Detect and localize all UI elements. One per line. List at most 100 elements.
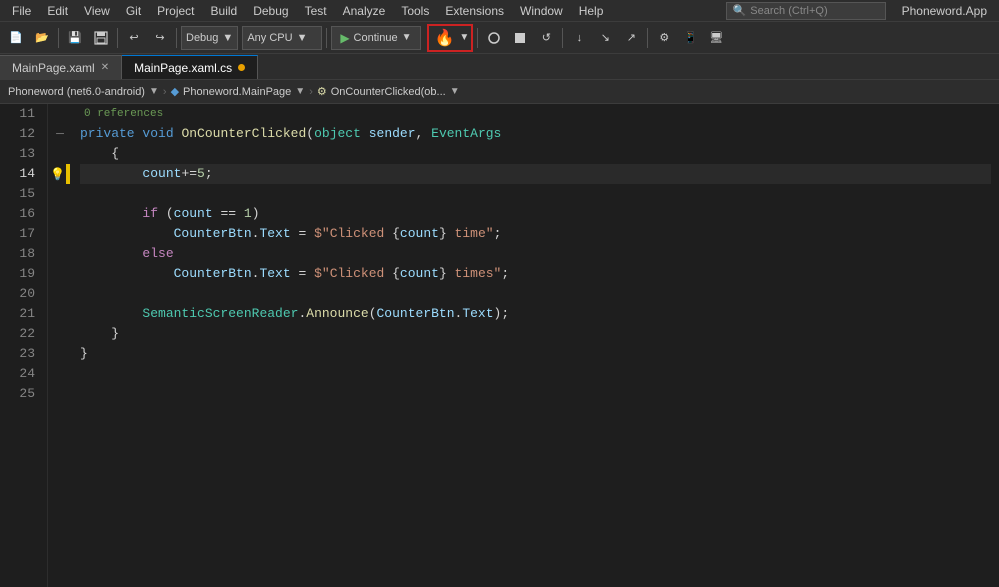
redo-btn[interactable]: ↪ (148, 26, 172, 50)
menu-project[interactable]: Project (149, 2, 202, 20)
menu-tools[interactable]: Tools (393, 2, 437, 20)
indent13 (80, 144, 111, 164)
code-line-13: { (80, 144, 991, 164)
step-into-btn[interactable]: ↘ (593, 26, 617, 50)
menu-edit[interactable]: Edit (39, 2, 76, 20)
extra-btn1[interactable]: ⚙ (652, 26, 676, 50)
counterbtn17: CounterBtn (174, 224, 252, 244)
sp2 (174, 124, 182, 144)
gutter-25 (48, 384, 72, 404)
count-ref16: count (174, 204, 213, 224)
breadcrumb-method[interactable]: ⚙ OnCounterClicked(ob... ▼ (313, 83, 464, 100)
ln-11: 11 (8, 104, 39, 124)
tab-mainpage-xaml-close[interactable]: ✕ (101, 62, 109, 73)
ln-18: 18 (8, 244, 39, 264)
ln-22: 22 (8, 324, 39, 344)
collapse-icon[interactable]: ─ (56, 128, 64, 140)
menu-test[interactable]: Test (297, 2, 335, 20)
text21: Text (462, 304, 493, 324)
str19-2: Clicked (330, 264, 392, 284)
stop-btn[interactable] (508, 26, 532, 50)
hot-reload-btn[interactable]: 🔥 (431, 26, 459, 50)
undo-btn[interactable]: ↩ (122, 26, 146, 50)
breadcrumb-class[interactable]: ◆ Phoneword.MainPage ▼ (167, 83, 310, 100)
lightbulb-icon[interactable]: 💡 (50, 167, 65, 181)
menu-build[interactable]: Build (203, 2, 246, 20)
extra-btn2[interactable]: 📱 (678, 26, 702, 50)
indent18 (80, 244, 142, 264)
tab-mainpage-xaml[interactable]: MainPage.xaml ✕ (0, 55, 122, 79)
ln-24: 24 (8, 364, 39, 384)
search-box[interactable]: 🔍 Search (Ctrl+Q) (726, 2, 886, 20)
step-over-btn[interactable]: ↓ (567, 26, 591, 50)
p2: , (416, 124, 432, 144)
step-out-btn[interactable]: ↗ (619, 26, 643, 50)
menu-git[interactable]: Git (118, 2, 149, 20)
brace-close23: } (80, 344, 88, 364)
breakpoints-btn[interactable] (482, 26, 506, 50)
num-5: 5 (197, 164, 205, 184)
code-content[interactable]: 0 references private void OnCounterClick… (72, 104, 999, 587)
indent17 (80, 224, 174, 244)
p16-2: == (213, 204, 244, 224)
hot-reload-container: 🔥 ▼ (427, 24, 474, 52)
brace-close22: } (111, 324, 119, 344)
breadcrumb-namespace-icon: ◆ (171, 85, 179, 98)
menu-view[interactable]: View (76, 2, 118, 20)
ln-16: 16 (8, 204, 39, 224)
breadcrumb-class-label: Phoneword.MainPage (183, 86, 291, 98)
ln-15: 15 (8, 184, 39, 204)
menu-analyze[interactable]: Analyze (335, 2, 394, 20)
continue-label: Continue (354, 32, 398, 44)
type-eventargs: EventArgs (431, 124, 501, 144)
gutter-12[interactable]: ─ (48, 124, 72, 144)
semi19: ; (501, 264, 509, 284)
breadcrumb-method-arrow[interactable]: ▼ (450, 86, 460, 97)
code-line-12: private void OnCounterClicked ( object s… (80, 124, 991, 144)
hot-reload-arrow[interactable]: ▼ (459, 32, 469, 43)
open-btn[interactable]: 📂 (30, 26, 54, 50)
debug-config-dropdown[interactable]: Debug ▼ (181, 26, 238, 50)
tabs-bar: MainPage.xaml ✕ MainPage.xaml.cs (0, 54, 999, 80)
gutter: ─ 💡 (48, 104, 72, 587)
dot21: . (298, 304, 306, 324)
gutter-17 (48, 224, 72, 244)
gutter-16 (48, 204, 72, 224)
text17: Text (259, 224, 290, 244)
kw-void: void (142, 124, 173, 144)
sp17: = (291, 224, 314, 244)
menu-file[interactable]: File (4, 2, 39, 20)
semi14: ; (205, 164, 213, 184)
code-line-21: SemanticScreenReader . Announce ( Counte… (80, 304, 991, 324)
restart-btn[interactable]: ↺ (534, 26, 558, 50)
new-file-btn[interactable]: 📄 (4, 26, 28, 50)
sep1 (58, 28, 59, 48)
ln-19: 19 (8, 264, 39, 284)
extra-btn3[interactable]: 🖥 (704, 26, 728, 50)
play-icon: ▶ (340, 31, 349, 45)
breadcrumb-project[interactable]: Phoneword (net6.0-android) ▼ (4, 84, 163, 100)
save-all-btn[interactable] (89, 26, 113, 50)
code-line-14: count += 5 ; (80, 164, 991, 184)
param-sender: sender (369, 124, 416, 144)
ln-20: 20 (8, 284, 39, 304)
interp17-2: } (439, 224, 447, 244)
continue-btn[interactable]: ▶ Continue ▼ (331, 26, 420, 50)
menu-extensions[interactable]: Extensions (437, 2, 512, 20)
menu-help[interactable]: Help (571, 2, 612, 20)
code-line-19: CounterBtn . Text = $" Clicked { count }… (80, 264, 991, 284)
breadcrumb-method-icon: ⚙ (317, 85, 327, 98)
sep5 (477, 28, 478, 48)
tab-mainpage-cs[interactable]: MainPage.xaml.cs (122, 55, 258, 79)
gutter-13 (48, 144, 72, 164)
breadcrumb-class-arrow[interactable]: ▼ (295, 86, 305, 97)
cpu-dropdown[interactable]: Any CPU ▼ (242, 26, 322, 50)
sp1 (135, 124, 143, 144)
count-interp19: count (400, 264, 439, 284)
save-btn[interactable]: 💾 (63, 26, 87, 50)
debug-config-arrow: ▼ (222, 32, 233, 44)
menu-debug[interactable]: Debug (245, 2, 296, 20)
breadcrumb-project-arrow[interactable]: ▼ (149, 86, 159, 97)
dot17: . (252, 224, 260, 244)
menu-window[interactable]: Window (512, 2, 571, 20)
